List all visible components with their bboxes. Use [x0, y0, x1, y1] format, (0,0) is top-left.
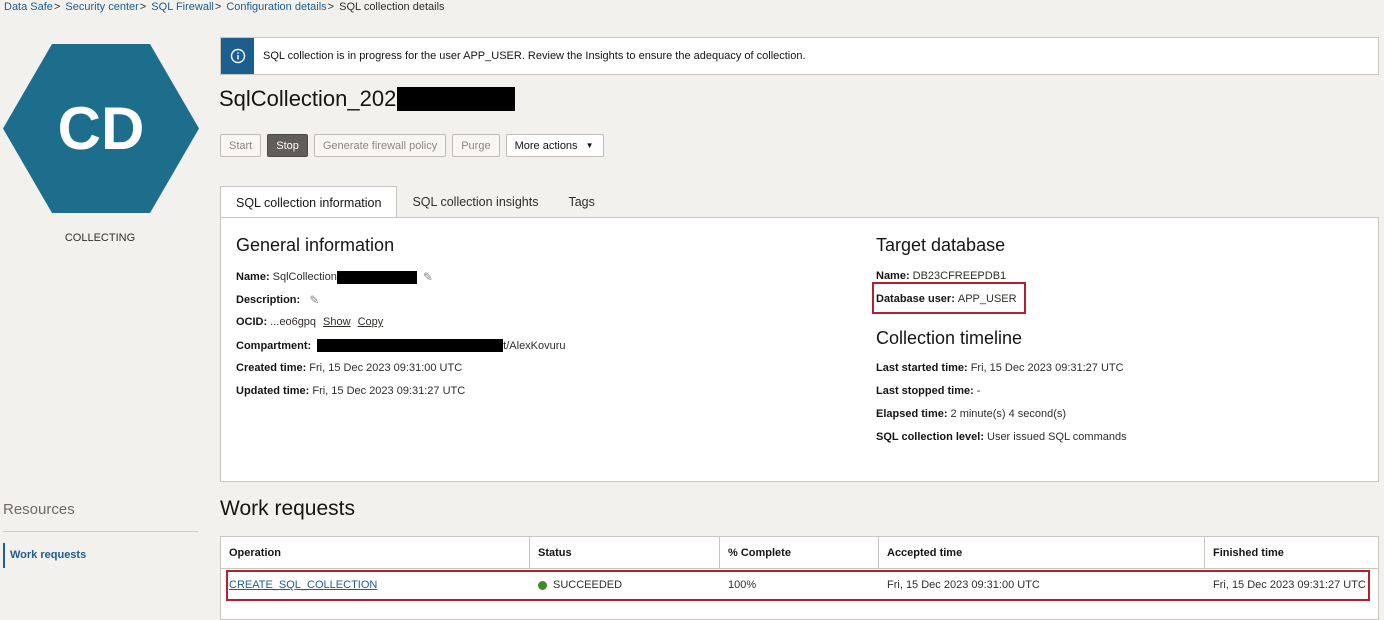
breadcrumb-current: SQL collection details [339, 1, 445, 13]
general-description-field: Description: ✎ [236, 293, 319, 307]
breadcrumb-data-safe[interactable]: Data Safe [4, 1, 53, 13]
general-created-value: Fri, 15 Dec 2023 09:31:00 UTC [309, 362, 463, 374]
general-compartment-value: t/AlexKovuru [503, 339, 566, 352]
resources-title: Resources [3, 501, 75, 518]
tab-tags[interactable]: Tags [553, 186, 609, 218]
timeline-elapsed-field: Elapsed time: 2 minute(s) 4 second(s) [876, 408, 1066, 420]
column-header-status[interactable]: Status [530, 537, 720, 569]
general-compartment-field: Compartment: t/AlexKovuru [236, 339, 566, 352]
lifecycle-status: COLLECTING [64, 232, 136, 244]
timeline-elapsed-value: 2 minute(s) 4 second(s) [950, 408, 1067, 420]
column-header-accepted-time[interactable]: Accepted time [879, 537, 1205, 569]
general-compartment-label: Compartment: [236, 339, 312, 352]
timeline-stopped-field: Last stopped time: - [876, 385, 980, 397]
start-button[interactable]: Start [220, 134, 262, 157]
general-updated-value: Fri, 15 Dec 2023 09:31:27 UTC [312, 385, 466, 397]
general-ocid-label: OCID: [236, 316, 268, 328]
general-description-label: Description: [236, 294, 301, 306]
general-created-field: Created time: Fri, 15 Dec 2023 09:31:00 … [236, 362, 462, 374]
general-name-value: SqlCollection [272, 271, 337, 283]
edit-description-pencil-icon[interactable]: ✎ [309, 293, 319, 307]
target-name-field: Name: DB23CFREEPDB1 [876, 270, 1006, 282]
column-header-complete[interactable]: % Complete [720, 537, 879, 569]
edit-name-pencil-icon[interactable]: ✎ [423, 270, 433, 284]
redacted-block [317, 339, 504, 352]
more-actions-button[interactable]: More actions ▼ [505, 134, 605, 157]
chevron-down-icon: ▼ [585, 141, 594, 150]
generate-firewall-policy-button[interactable]: Generate firewall policy [313, 134, 447, 157]
timeline-started-label: Last started time: [876, 362, 968, 374]
resources-divider [3, 531, 198, 532]
column-header-operation[interactable]: Operation [221, 537, 530, 569]
timeline-stopped-label: Last stopped time: [876, 385, 974, 397]
tab-sql-collection-information[interactable]: SQL collection information [220, 186, 398, 219]
general-information-title: General information [236, 235, 395, 255]
timeline-elapsed-label: Elapsed time: [876, 408, 948, 420]
banner-text: SQL collection is in progress for the us… [263, 50, 806, 62]
redacted-block [397, 87, 516, 111]
general-updated-field: Updated time: Fri, 15 Dec 2023 09:31:27 … [236, 385, 465, 397]
timeline-stopped-value: - [976, 385, 981, 397]
timeline-level-value: User issued SQL commands [987, 431, 1127, 443]
timeline-started-field: Last started time: Fri, 15 Dec 2023 09:3… [876, 362, 1124, 374]
table-header: Operation Status % Complete Accepted tim… [221, 537, 1378, 569]
info-icon [221, 38, 254, 74]
row-highlight [226, 570, 1370, 601]
info-banner: SQL collection is in progress for the us… [220, 37, 1379, 75]
breadcrumb: Data Safe> Security center> SQL Firewall… [4, 1, 445, 13]
target-database-title: Target database [876, 235, 1006, 255]
column-header-finished-time[interactable]: Finished time [1205, 537, 1378, 569]
tab-sql-collection-insights[interactable]: SQL collection insights [397, 186, 553, 218]
general-created-label: Created time: [236, 362, 307, 374]
resource-hexagon: CD [3, 44, 199, 213]
work-requests-title: Work requests [220, 497, 355, 520]
work-requests-table: Operation Status % Complete Accepted tim… [220, 536, 1379, 620]
ocid-show-link[interactable]: Show [323, 316, 351, 328]
target-name-label: Name: [876, 270, 910, 282]
details-panel: General information Name: SqlCollection … [220, 217, 1379, 482]
general-name-field: Name: SqlCollection ✎ [236, 270, 433, 284]
page-title-text: SqlCollection_202 [219, 86, 397, 111]
collection-timeline-title: Collection timeline [876, 328, 1023, 348]
timeline-level-field: SQL collection level: User issued SQL co… [876, 431, 1127, 443]
general-name-label: Name: [236, 271, 270, 283]
target-name-value: DB23CFREEPDB1 [912, 270, 1007, 282]
timeline-level-label: SQL collection level: [876, 431, 984, 443]
database-user-highlight [872, 282, 1026, 314]
ocid-copy-link[interactable]: Copy [358, 316, 384, 328]
general-ocid-field: OCID: ...eo6gpq Show Copy [236, 316, 383, 328]
redacted-block [336, 270, 417, 284]
breadcrumb-sql-firewall[interactable]: SQL Firewall [151, 1, 214, 13]
page-title: SqlCollection_202 [219, 86, 516, 112]
stop-button[interactable]: Stop [267, 134, 308, 157]
general-ocid-value: ...eo6gpq [270, 316, 317, 328]
general-updated-label: Updated time: [236, 385, 310, 397]
more-actions-label: More actions [514, 139, 578, 152]
resources-item-work-requests[interactable]: Work requests [3, 543, 86, 568]
action-toolbar: Start Stop Generate firewall policy Purg… [220, 134, 605, 157]
breadcrumb-configuration-details[interactable]: Configuration details [226, 1, 326, 13]
breadcrumb-security-center[interactable]: Security center [65, 1, 138, 13]
hexagon-initials: CD [58, 95, 145, 162]
purge-button[interactable]: Purge [452, 134, 500, 157]
timeline-started-value: Fri, 15 Dec 2023 09:31:27 UTC [970, 362, 1124, 374]
tab-bar: SQL collection information SQL collectio… [220, 186, 610, 219]
